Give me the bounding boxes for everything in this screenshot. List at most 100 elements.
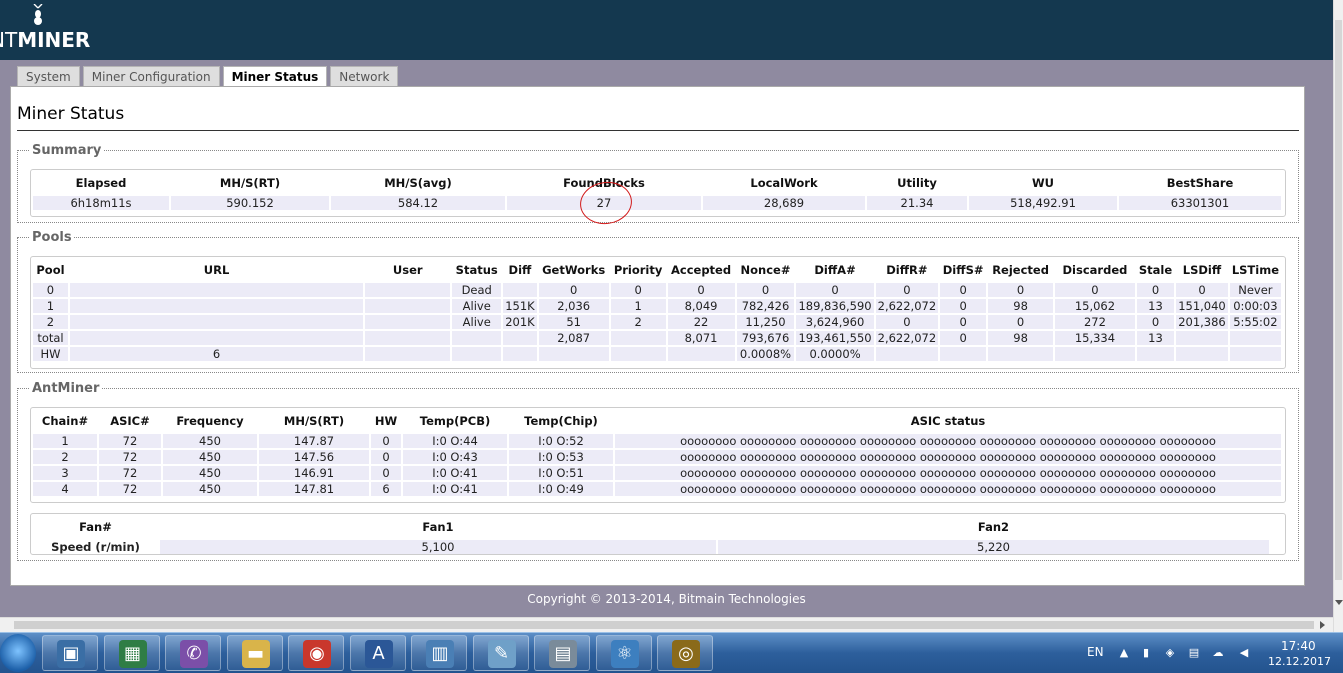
header-localwork: LocalWork [750,176,818,190]
cell-nonce: 793,676 [736,331,795,345]
notepad-icon: ✎ [487,640,516,668]
cell-diff [503,331,537,345]
chains-table: Chain# ASIC# Frequency MH/S(RT) HW Temp(PCB) T… [31,408,1283,498]
tab-miner-status[interactable]: Miner Status [222,66,328,87]
cell-hw: 6 [371,482,401,496]
language-indicator[interactable]: EN [1087,645,1104,659]
cell-lstime [1229,331,1281,345]
header-bar: NTMINER [0,0,1333,60]
tray-volume-icon[interactable]: ◀ [1238,647,1250,659]
scroll-down-arrow-icon[interactable] [1335,600,1343,605]
cell-accepted [667,347,735,361]
tab-system[interactable]: System [17,66,80,86]
pool-row: 1 Alive 151K 2,036 1 8,049 782,426 189,836,590 2… [33,299,1281,313]
cell-chain: 4 [33,482,97,496]
tab-miner-configuration[interactable]: Miner Configuration [82,66,220,86]
cell-accepted: 8,049 [667,299,735,313]
taskbar-button-calculator[interactable]: ▤ [534,635,590,671]
header-lsdiff: LSDiff [1182,263,1222,277]
cell-url: 6 [69,347,364,361]
taskbar-button-word[interactable]: A [349,635,406,671]
pools-box: Pool URL User Status Diff GetWorks Priority Acc… [30,256,1286,369]
cell-pool: 0 [33,283,68,297]
control-panel-icon: ▥ [426,640,454,668]
cell-user [365,299,451,313]
cell-temp-chip: I:0 O:49 [509,482,613,496]
cell-diffs [940,347,987,361]
header-bestshare: BestShare [1166,176,1234,190]
chain-row: 4 72 450 147.81 6 I:0 O:41 I:0 O:49 oooooooo oo… [33,482,1281,496]
cell-temp-pcb: I:0 O:44 [403,434,507,448]
cell-hw: 0 [371,434,401,448]
cell-accepted: 22 [667,315,735,329]
header-mh-s-rt: MH/S(RT) [283,414,345,428]
cell-lsdiff: 0 [1176,283,1228,297]
taskbar-button-notepad[interactable]: ✎ [472,635,529,671]
header-getworks: GetWorks [542,263,606,277]
cell-diffa: 193,461,550 [796,331,874,345]
calculator-icon: ▤ [549,640,577,668]
header-temp-pcb: Temp(PCB) [419,414,491,428]
chains-header-row: Chain# ASIC# Frequency MH/S(RT) HW Temp(PCB) T… [33,410,1281,432]
taskbar-button-computer[interactable]: ▣ [42,635,98,671]
header-stale: Stale [1138,263,1173,277]
start-button[interactable] [0,634,36,672]
cell-bestshare: 63301301 [1119,196,1281,210]
taskbar-button-atom[interactable]: ⚛ [595,635,652,671]
clock-time[interactable]: 17:40 [1281,639,1316,653]
chain-row: 2 72 450 147.56 0 I:0 O:43 I:0 O:53 oooooooo oo… [33,450,1281,464]
cell-status: Dead [452,283,502,297]
tray-cloud-icon[interactable]: ☁ [1212,647,1224,659]
cell-wu: 518,492.91 [969,196,1117,210]
tray-device-icon[interactable]: ▮ [1140,647,1152,659]
summary-table: Elapsed MH/S(RT) MH/S(avg) FoundBlocks Local… [31,170,1283,212]
horizontal-scrollbar[interactable] [0,617,1333,632]
pools-legend: Pools [32,230,72,245]
page-title: Miner Status [17,104,125,124]
vertical-scroll-thumb[interactable] [1335,20,1342,580]
tray-expand-icon[interactable]: ▲ [1118,647,1130,659]
tab-network[interactable]: Network [330,66,399,86]
fans-box: Fan# Fan1 Fan2 Speed (r/min) 5,100 5,220 [30,513,1286,555]
cell-discarded: 272 [1055,315,1135,329]
cell-url [69,315,364,329]
cell-chain: 3 [33,466,97,480]
cell-getworks [538,347,609,361]
cell-status: Alive [452,299,502,313]
tray-network-icon[interactable]: ▤ [1188,647,1200,659]
cell-pool: 2 [33,315,68,329]
cell-status [452,347,502,361]
taskbar-button-coin-app[interactable]: ◎ [657,635,713,671]
taskbar-button-folder[interactable]: ▬ [226,635,283,671]
vertical-scrollbar[interactable] [1333,0,1343,632]
clock-date[interactable]: 12.12.2017 [1268,655,1331,668]
header-url: URL [203,263,230,277]
cell-getworks: 2,087 [538,331,609,345]
taskbar-button-viber[interactable]: ✆ [165,635,221,671]
pools-table: Pool URL User Status Diff GetWorks Priority Acc… [31,257,1283,363]
fans-table: Fan# Fan1 Fan2 Speed (r/min) 5,100 5,220 [31,514,1271,556]
cell-asic-status: oooooooo oooooooo oooooooo oooooooo oooo… [615,434,1281,448]
taskbar-button-chrome[interactable]: ◉ [288,635,344,671]
cell-diffs: 0 [940,331,987,345]
cell-lstime [1229,347,1281,361]
tray-app-icon[interactable]: ◈ [1164,647,1176,659]
cell-chain: 2 [33,450,97,464]
horizontal-scroll-thumb[interactable] [14,621,1314,629]
cell-priority: 0 [610,283,666,297]
cell-priority [610,347,666,361]
taskbar-button-control-panel[interactable]: ▥ [411,635,467,671]
header-discarded: Discarded [1062,263,1128,277]
cell-fan2: 5,220 [718,540,1269,554]
folder-icon: ▬ [241,640,270,668]
word-icon: A [364,640,393,668]
cell-diffs: 0 [940,315,987,329]
cell-diffa: 3,624,960 [796,315,874,329]
cell-lsdiff [1176,347,1228,361]
scroll-right-arrow-icon[interactable] [1320,621,1325,629]
cell-diffr: 0 [875,283,939,297]
header-lstime: LSTime [1231,263,1279,277]
taskbar-button-task-manager[interactable]: ▦ [103,635,160,671]
coin-app-icon: ◎ [672,640,700,668]
cell-asic: 72 [99,450,161,464]
